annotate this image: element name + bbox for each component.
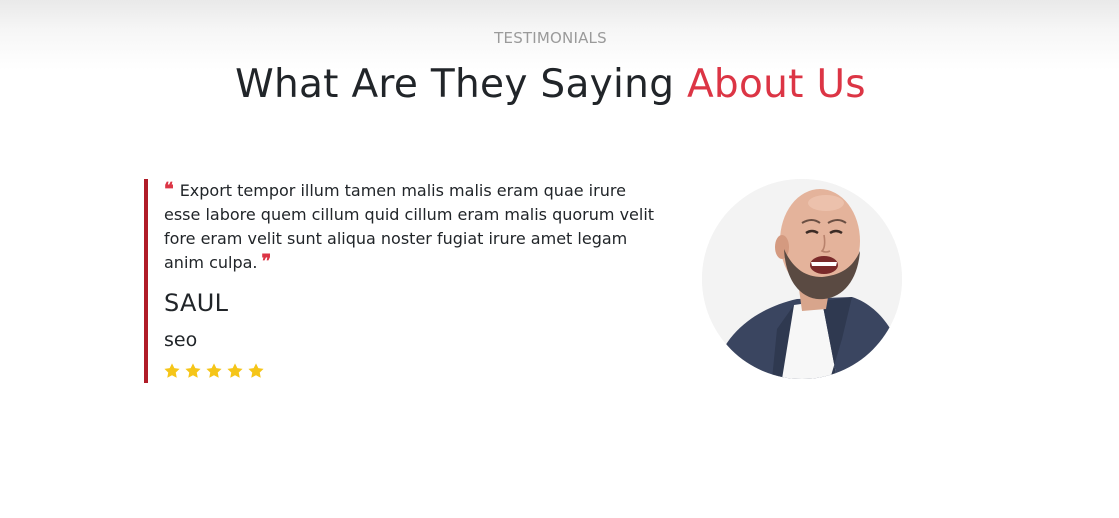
quote-left-icon: ❝ bbox=[164, 179, 174, 200]
testimonial-card: ❝ Export tempor illum tamen malis malis e… bbox=[144, 179, 659, 383]
star-rating bbox=[163, 362, 265, 380]
heading-accent: About Us bbox=[686, 62, 866, 107]
heading-main: What Are They Saying bbox=[235, 62, 675, 107]
avatar-portrait bbox=[702, 179, 902, 379]
avatar bbox=[702, 179, 902, 379]
testimonial-quote: ❝ Export tempor illum tamen malis malis e… bbox=[164, 179, 659, 275]
testimonials-section: TESTIMONIALS What Are They Saying About … bbox=[0, 0, 1119, 518]
star-icon bbox=[227, 363, 243, 378]
star-icon bbox=[164, 363, 180, 378]
quote-text: Export tempor illum tamen malis malis er… bbox=[164, 181, 655, 272]
author-role: seo bbox=[164, 329, 198, 351]
quote-right-icon: ❞ bbox=[261, 251, 272, 272]
section-eyebrow: TESTIMONIALS bbox=[494, 29, 607, 47]
author-name: SAUL bbox=[164, 289, 229, 317]
star-icon bbox=[206, 363, 222, 378]
star-icon bbox=[185, 363, 201, 378]
star-icon bbox=[248, 363, 264, 378]
section-heading: What Are They Saying About Us bbox=[0, 62, 1101, 107]
